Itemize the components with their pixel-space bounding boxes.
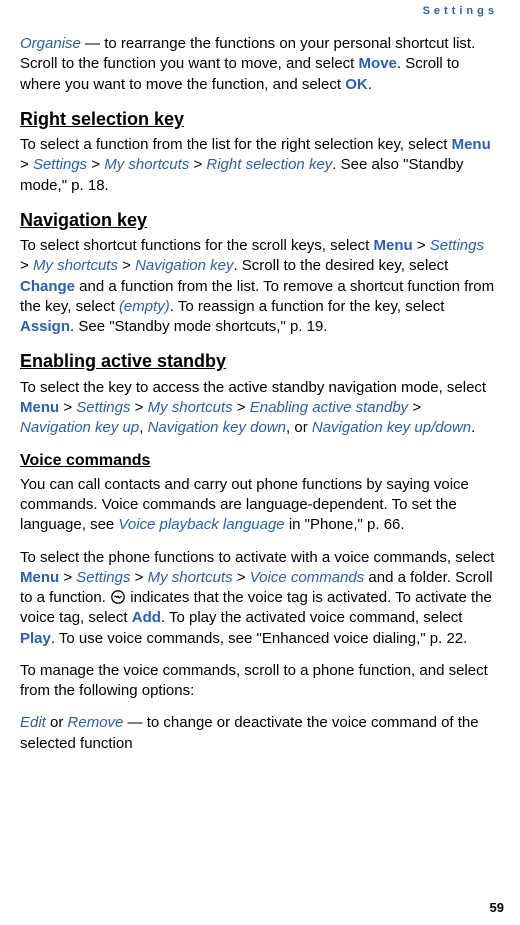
text: , xyxy=(139,419,147,436)
heading-enabling-active-standby: Enabling active standby xyxy=(20,349,495,373)
page-header-section: Settings xyxy=(423,4,498,19)
text: . xyxy=(368,76,372,93)
term-settings: Settings xyxy=(76,569,130,586)
term-settings: Settings xyxy=(76,399,130,416)
separator: > xyxy=(87,156,104,173)
text: . xyxy=(471,419,475,436)
term-move: Move xyxy=(359,55,397,72)
separator: > xyxy=(59,399,76,416)
term-menu: Menu xyxy=(20,399,59,416)
text: To select the phone functions to activat… xyxy=(20,549,494,566)
paragraph-voice-1: You can call contacts and carry out phon… xyxy=(20,475,495,536)
paragraph-organise: Organise — to rearrange the functions on… xyxy=(20,34,495,95)
separator: > xyxy=(233,399,250,416)
term-my-shortcuts: My shortcuts xyxy=(148,399,233,416)
text: To select shortcut functions for the scr… xyxy=(20,237,373,254)
term-settings: Settings xyxy=(33,156,87,173)
text: . Scroll to the desired key, select xyxy=(233,257,448,274)
term-edit: Edit xyxy=(20,714,46,731)
text: To select the key to access the active s… xyxy=(20,379,486,396)
term-settings: Settings xyxy=(430,237,484,254)
term-nav-key-updown: Navigation key up/down xyxy=(312,419,471,436)
term-add: Add xyxy=(132,609,161,626)
voice-tag-icon xyxy=(111,590,125,604)
separator: > xyxy=(20,257,33,274)
separator: > xyxy=(408,399,421,416)
text: . To reassign a function for the key, se… xyxy=(170,298,445,315)
text: . To play the activated voice command, s… xyxy=(161,609,463,626)
separator: > xyxy=(189,156,206,173)
separator: > xyxy=(59,569,76,586)
paragraph-voice-2: To select the phone functions to activat… xyxy=(20,548,495,649)
term-remove: Remove xyxy=(68,714,124,731)
term-ok: OK xyxy=(345,76,368,93)
text: , or xyxy=(286,419,312,436)
separator: > xyxy=(130,399,147,416)
text: . To use voice commands, see "Enhanced v… xyxy=(51,630,467,647)
term-organise: Organise xyxy=(20,35,81,52)
paragraph-voice-3: To manage the voice commands, scroll to … xyxy=(20,661,495,702)
text: To select a function from the list for t… xyxy=(20,136,452,153)
paragraph-nav: To select shortcut functions for the scr… xyxy=(20,236,495,337)
term-change: Change xyxy=(20,278,75,295)
term-right-selection-key: Right selection key xyxy=(206,156,332,173)
separator: > xyxy=(413,237,430,254)
separator: > xyxy=(130,569,147,586)
text: . See "Standby mode shortcuts," p. 19. xyxy=(70,318,327,335)
link-voice-playback-language[interactable]: Voice playback language xyxy=(118,516,284,533)
separator: > xyxy=(118,257,135,274)
term-my-shortcuts: My shortcuts xyxy=(33,257,118,274)
page-number: 59 xyxy=(490,899,504,917)
term-assign: Assign xyxy=(20,318,70,335)
separator: > xyxy=(20,156,33,173)
term-menu: Menu xyxy=(452,136,491,153)
term-voice-commands: Voice commands xyxy=(250,569,365,586)
term-empty: (empty) xyxy=(119,298,170,315)
term-menu: Menu xyxy=(373,237,412,254)
heading-right-selection-key: Right selection key xyxy=(20,107,495,131)
term-my-shortcuts: My shortcuts xyxy=(104,156,189,173)
heading-navigation-key: Navigation key xyxy=(20,208,495,232)
term-menu: Menu xyxy=(20,569,59,586)
term-navigation-key: Navigation key xyxy=(135,257,233,274)
term-nav-key-down: Navigation key down xyxy=(148,419,286,436)
heading-voice-commands: Voice commands xyxy=(20,450,495,472)
paragraph-voice-4: Edit or Remove — to change or deactivate… xyxy=(20,713,495,754)
page-content: Organise — to rearrange the functions on… xyxy=(20,6,495,754)
paragraph-rsk: To select a function from the list for t… xyxy=(20,135,495,196)
term-play: Play xyxy=(20,630,51,647)
term-my-shortcuts: My shortcuts xyxy=(148,569,233,586)
text: in "Phone," p. 66. xyxy=(285,516,405,533)
paragraph-eas: To select the key to access the active s… xyxy=(20,378,495,439)
term-nav-key-up: Navigation key up xyxy=(20,419,139,436)
separator: > xyxy=(233,569,250,586)
term-enabling-active-standby: Enabling active standby xyxy=(250,399,408,416)
text: or xyxy=(46,714,68,731)
